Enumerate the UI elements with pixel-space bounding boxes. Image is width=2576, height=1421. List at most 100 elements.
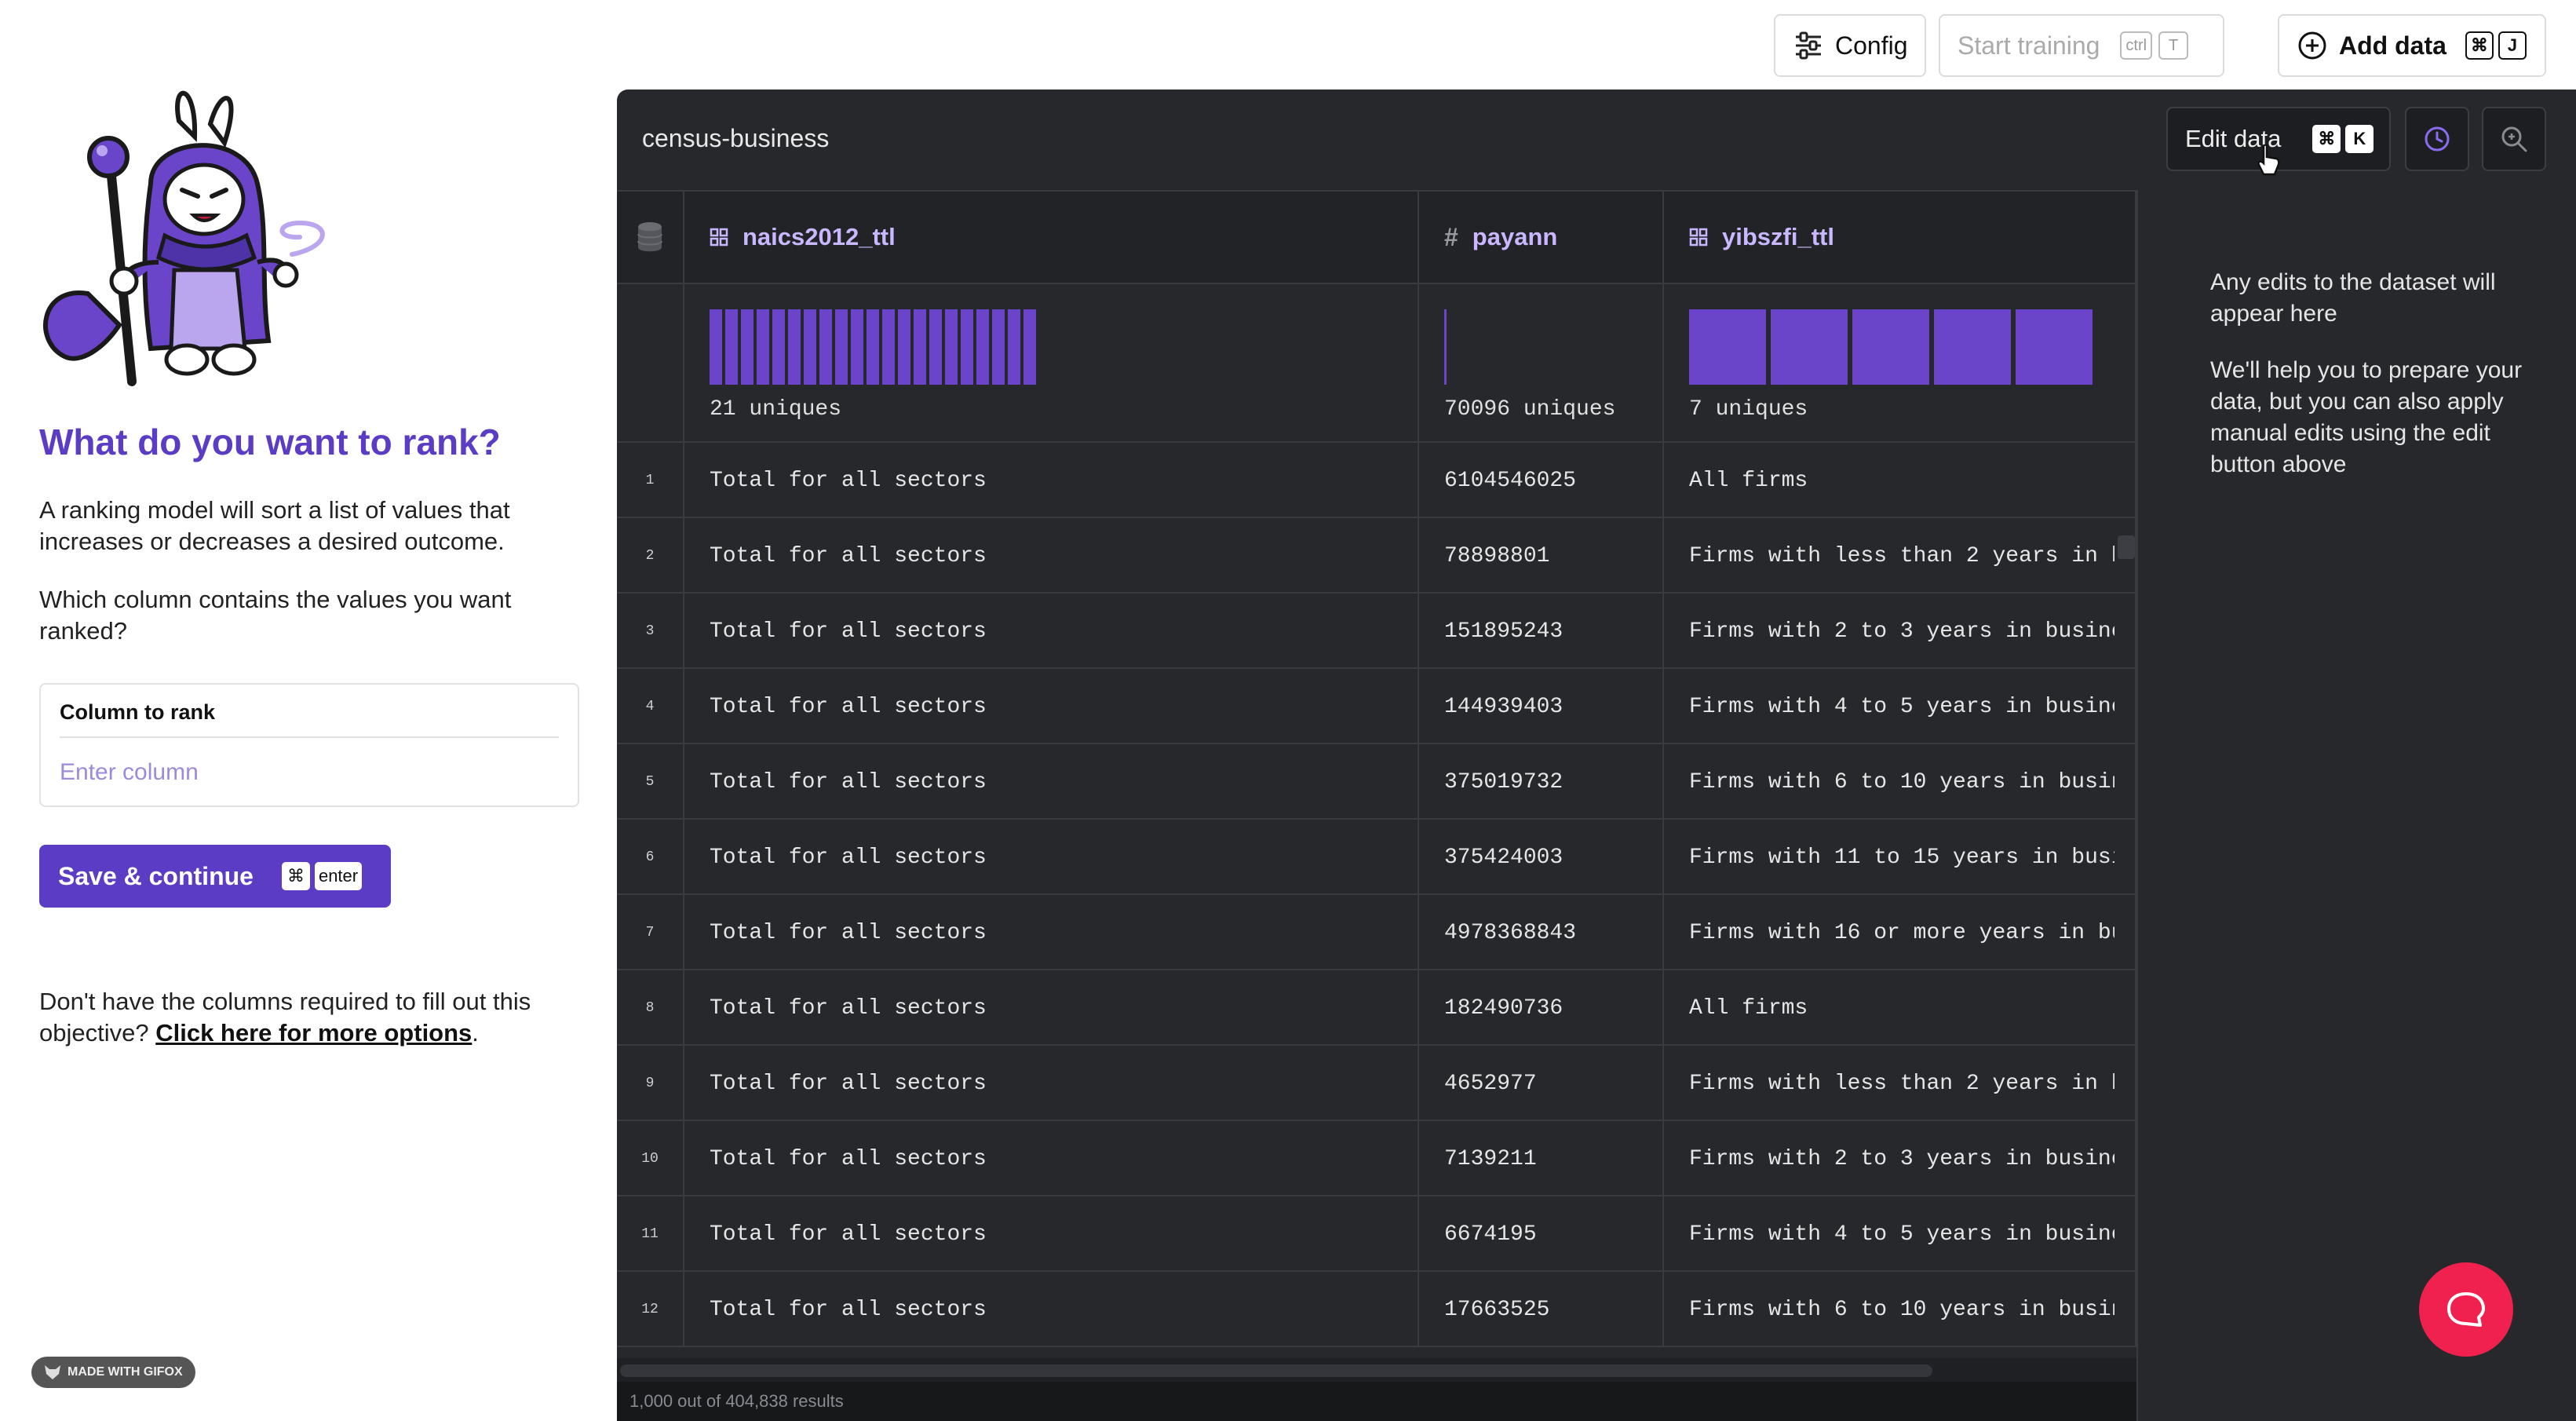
unique-value-bar[interactable] bbox=[1689, 309, 1766, 385]
cell-yibszfi_ttl[interactable]: Firms with 4 to 5 years in business bbox=[1664, 1196, 2136, 1272]
unique-value-bar[interactable] bbox=[1934, 309, 2011, 385]
unique-value-bar[interactable] bbox=[898, 309, 910, 385]
table-row[interactable]: 2 Total for all sectors 78898801 Firms with… bbox=[617, 518, 2136, 594]
table-row[interactable]: 12 Total for all sectors 17663525 Firms wit… bbox=[617, 1272, 2136, 1347]
cell-payann[interactable]: 375019732 bbox=[1419, 744, 1664, 820]
cell-yibszfi_ttl[interactable]: All firms bbox=[1664, 443, 2136, 518]
unique-value-bar[interactable] bbox=[882, 309, 895, 385]
unique-value-bar[interactable] bbox=[1771, 309, 1848, 385]
add-data-label: Add data bbox=[2339, 31, 2446, 60]
history-button[interactable] bbox=[2405, 107, 2469, 171]
table-row[interactable]: 5 Total for all sectors 375019732 Firms wit… bbox=[617, 744, 2136, 820]
table-row[interactable]: 10 Total for all sectors 7139211 Firms with… bbox=[617, 1121, 2136, 1196]
vertical-scrollbar[interactable] bbox=[2118, 535, 2135, 559]
cell-yibszfi_ttl[interactable]: Firms with 11 to 15 years in business bbox=[1664, 820, 2136, 895]
cell-naics2012_ttl[interactable]: Total for all sectors bbox=[684, 594, 1419, 669]
cell-yibszfi_ttl[interactable]: Firms with 2 to 3 years in business bbox=[1664, 594, 2136, 669]
unique-value-bar[interactable] bbox=[867, 309, 879, 385]
cell-naics2012_ttl[interactable]: Total for all sectors bbox=[684, 1121, 1419, 1196]
unique-value-bar[interactable] bbox=[772, 309, 785, 385]
cell-naics2012_ttl[interactable]: Total for all sectors bbox=[684, 1196, 1419, 1272]
cell-payann[interactable]: 6674195 bbox=[1419, 1196, 1664, 1272]
cell-yibszfi_ttl[interactable]: Firms with 2 to 3 years in business bbox=[1664, 1121, 2136, 1196]
cell-payann[interactable]: 78898801 bbox=[1419, 518, 1664, 594]
scrollbar-thumb[interactable] bbox=[620, 1364, 1932, 1377]
unique-value-bar[interactable] bbox=[1023, 309, 1036, 385]
cell-payann[interactable]: 17663525 bbox=[1419, 1272, 1664, 1347]
cell-yibszfi_ttl[interactable]: Firms with 4 to 5 years in business bbox=[1664, 669, 2136, 744]
table-row[interactable]: 9 Total for all sectors 4652977 Firms with … bbox=[617, 1046, 2136, 1121]
cell-yibszfi_ttl[interactable]: All firms bbox=[1664, 970, 2136, 1046]
horizontal-scrollbar[interactable] bbox=[617, 1358, 2136, 1382]
column-to-rank-field: Column to rank bbox=[39, 683, 579, 807]
unique-value-bar[interactable] bbox=[1852, 309, 1929, 385]
chat-support-button[interactable] bbox=[2419, 1262, 2513, 1357]
row-index: 7 bbox=[617, 895, 684, 970]
column-header-naics2012_ttl[interactable]: naics2012_ttl bbox=[684, 190, 1419, 284]
start-training-label: Start training bbox=[1958, 31, 2100, 60]
cell-payann[interactable]: 182490736 bbox=[1419, 970, 1664, 1046]
unique-value-bar[interactable] bbox=[710, 309, 722, 385]
unique-value-bar[interactable] bbox=[788, 309, 801, 385]
start-training-button[interactable]: Start training ctrl T bbox=[1939, 14, 2224, 77]
column-input[interactable] bbox=[60, 751, 546, 795]
unique-value-bar[interactable] bbox=[851, 309, 863, 385]
unique-value-bar[interactable] bbox=[961, 309, 973, 385]
uniques-count: 7 uniques bbox=[1689, 397, 1808, 422]
unique-value-bar[interactable] bbox=[725, 309, 738, 385]
table-row[interactable]: 1 Total for all sectors 6104546025 All firm… bbox=[617, 443, 2136, 518]
unique-value-bar[interactable] bbox=[976, 309, 989, 385]
cell-yibszfi_ttl[interactable]: Firms with 16 or more years in business bbox=[1664, 895, 2136, 970]
unique-value-bar[interactable] bbox=[741, 309, 753, 385]
cell-payann[interactable]: 7139211 bbox=[1419, 1121, 1664, 1196]
table-row[interactable]: 6 Total for all sectors 375424003 Firms wit… bbox=[617, 820, 2136, 895]
unique-value-bar[interactable] bbox=[929, 309, 942, 385]
field-label: Column to rank bbox=[60, 700, 216, 724]
unique-value-bar[interactable] bbox=[992, 309, 1005, 385]
unique-value-bar[interactable] bbox=[945, 309, 958, 385]
table-row[interactable]: 3 Total for all sectors 151895243 Firms wit… bbox=[617, 594, 2136, 669]
row-index: 4 bbox=[617, 669, 684, 744]
config-button[interactable]: Config bbox=[1774, 14, 1926, 77]
table-row[interactable]: 8 Total for all sectors 182490736 All firms bbox=[617, 970, 2136, 1046]
unique-value-bar[interactable] bbox=[1444, 309, 1447, 385]
cell-naics2012_ttl[interactable]: Total for all sectors bbox=[684, 820, 1419, 895]
cell-naics2012_ttl[interactable]: Total for all sectors bbox=[684, 895, 1419, 970]
column-header-payann[interactable]: # payann bbox=[1419, 190, 1664, 284]
unique-value-bar[interactable] bbox=[2016, 309, 2093, 385]
cell-payann[interactable]: 375424003 bbox=[1419, 820, 1664, 895]
shortcut-key: ctrl bbox=[2120, 31, 2153, 60]
unique-value-bar[interactable] bbox=[804, 309, 816, 385]
table-row[interactable]: 7 Total for all sectors 4978368843 Firms wi… bbox=[617, 895, 2136, 970]
unique-value-bar[interactable] bbox=[914, 309, 926, 385]
table-row[interactable]: 4 Total for all sectors 144939403 Firms wit… bbox=[617, 669, 2136, 744]
table-row[interactable]: 11 Total for all sectors 6674195 Firms with… bbox=[617, 1196, 2136, 1272]
cell-naics2012_ttl[interactable]: Total for all sectors bbox=[684, 1272, 1419, 1347]
add-data-button[interactable]: Add data ⌘ J bbox=[2278, 14, 2546, 77]
cell-yibszfi_ttl[interactable]: Firms with less than 2 years in business bbox=[1664, 518, 2136, 594]
cell-payann[interactable]: 6104546025 bbox=[1419, 443, 1664, 518]
cell-naics2012_ttl[interactable]: Total for all sectors bbox=[684, 1046, 1419, 1121]
cell-naics2012_ttl[interactable]: Total for all sectors bbox=[684, 744, 1419, 820]
cell-naics2012_ttl[interactable]: Total for all sectors bbox=[684, 443, 1419, 518]
column-header-yibszfi_ttl[interactable]: yibszfi_ttl bbox=[1664, 190, 2136, 284]
search-data-button[interactable] bbox=[2482, 107, 2546, 171]
cell-payann[interactable]: 4652977 bbox=[1419, 1046, 1664, 1121]
cell-payann[interactable]: 144939403 bbox=[1419, 669, 1664, 744]
more-options-link[interactable]: Click here for more options bbox=[155, 1019, 472, 1047]
cell-naics2012_ttl[interactable]: Total for all sectors bbox=[684, 970, 1419, 1046]
cell-naics2012_ttl[interactable]: Total for all sectors bbox=[684, 669, 1419, 744]
cell-yibszfi_ttl[interactable]: Firms with 6 to 10 years in business bbox=[1664, 744, 2136, 820]
unique-value-bar[interactable] bbox=[1008, 309, 1020, 385]
unique-value-bar[interactable] bbox=[835, 309, 848, 385]
unique-value-bar[interactable] bbox=[757, 309, 769, 385]
save-continue-button[interactable]: Save & continue ⌘ enter bbox=[39, 845, 391, 908]
cell-naics2012_ttl[interactable]: Total for all sectors bbox=[684, 518, 1419, 594]
cell-payann[interactable]: 4978368843 bbox=[1419, 895, 1664, 970]
help-suffix: . bbox=[472, 1019, 479, 1047]
cell-yibszfi_ttl[interactable]: Firms with less than 2 years in business bbox=[1664, 1046, 2136, 1121]
unique-value-bar[interactable] bbox=[819, 309, 832, 385]
cell-payann[interactable]: 151895243 bbox=[1419, 594, 1664, 669]
cell-yibszfi_ttl[interactable]: Firms with 6 to 10 years in business bbox=[1664, 1272, 2136, 1347]
shortcut-key: K bbox=[2345, 125, 2374, 153]
